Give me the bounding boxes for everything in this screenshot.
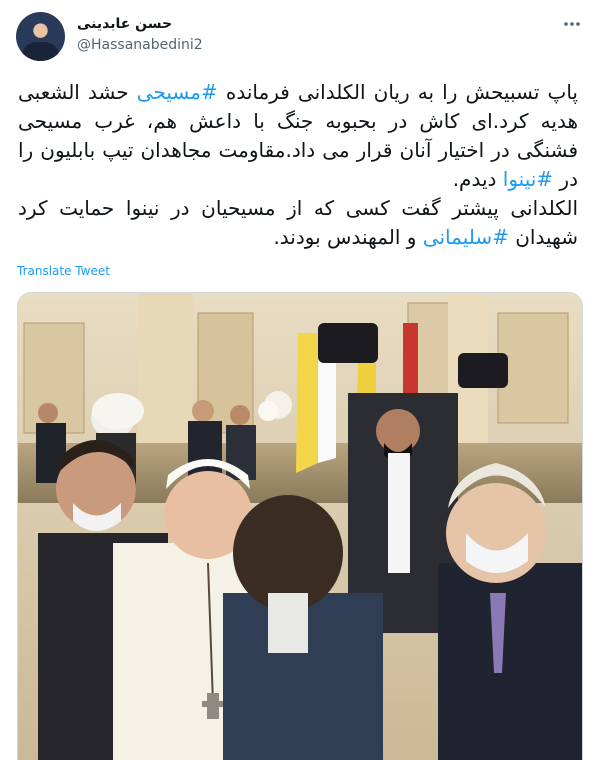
author-handle[interactable]: @Hassanabedini2 <box>77 37 203 53</box>
tweet: حسن عابدینی @Hassanabedini2 پاپ تسبیحش ر… <box>0 0 598 760</box>
tweet-paragraph: پاپ تسبیحش را به ریان الکلدانی فرمانده #… <box>18 78 578 194</box>
tweet-text-segment: پاپ تسبیحش را به ریان الکلدانی فرمانده <box>217 80 578 104</box>
tweet-text-segment: دیدم. <box>452 167 503 191</box>
more-horizontal-icon[interactable] <box>558 10 586 38</box>
hashtag-link[interactable]: #مسیحی <box>137 80 218 104</box>
hashtag-link[interactable]: #نینوا <box>503 167 553 191</box>
avatar[interactable] <box>16 12 65 61</box>
hashtag-link[interactable]: #سلیمانی <box>423 225 509 249</box>
author-display-name[interactable]: حسن عابدینی <box>77 16 172 32</box>
translate-tweet-link[interactable]: Translate Tweet <box>17 264 110 278</box>
tweet-text-segment: و المهندس بودند. <box>273 225 423 249</box>
tweet-photo[interactable] <box>17 292 583 760</box>
tweet-paragraph: الکلدانی پیشتر گفت کسی که از مسیحیان در … <box>18 194 578 252</box>
tweet-text: پاپ تسبیحش را به ریان الکلدانی فرمانده #… <box>18 78 578 252</box>
